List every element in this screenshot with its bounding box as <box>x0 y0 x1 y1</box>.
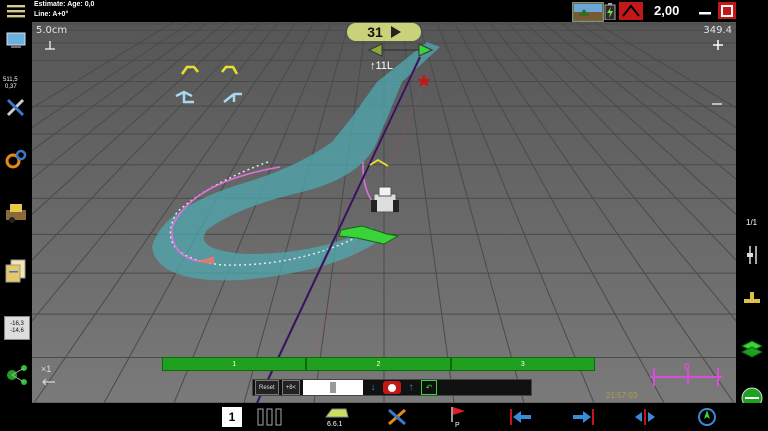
undo-icon[interactable]: ↶ <box>421 380 438 395</box>
left-readout-1: 511,5 <box>3 77 18 83</box>
flag-icon[interactable] <box>448 406 468 422</box>
guidance-line-text: Line: A+0° <box>34 11 69 18</box>
slider-handle[interactable] <box>330 382 337 393</box>
shift-right-icon[interactable] <box>570 407 596 427</box>
distance-label: 349.4 <box>703 25 732 36</box>
sections-ratio: 1/1 <box>746 218 758 227</box>
section-2[interactable]: 2 <box>306 357 451 371</box>
left-toolbar: 511,5 0,37 -16,3 -14,6 <box>0 22 32 403</box>
guide-value: 0 <box>684 362 690 373</box>
play-icon <box>390 26 401 38</box>
minimize-icon[interactable] <box>697 3 713 17</box>
signal-icon[interactable] <box>619 2 643 20</box>
pan-icon[interactable] <box>710 99 724 109</box>
field-map-view[interactable]: 5.0cm 349.4 31 ↑11L ×1 0 21:57:03 <box>32 22 736 403</box>
zoom-out-icon[interactable] <box>42 39 58 51</box>
bottom-toolbar: 1 6.6.1 P <box>0 403 768 431</box>
map-layer-icon[interactable] <box>740 338 764 362</box>
stop-icon[interactable] <box>383 381 402 394</box>
grid-canvas <box>32 22 736 403</box>
swap-icon[interactable] <box>41 376 57 388</box>
estimate-age-text: Estimate: Age: 0,0 <box>34 1 95 8</box>
battery-icon <box>603 2 617 20</box>
flag-label: P <box>455 422 460 429</box>
track-number-box[interactable]: 1 <box>222 407 242 427</box>
shift-left-icon[interactable] <box>508 407 534 427</box>
section-bar: 1 2 3 <box>162 357 595 371</box>
timestamp: 21:57:03 <box>606 391 638 400</box>
coordinate-box[interactable]: -16,3 -14,6 <box>4 316 30 340</box>
reset-button[interactable]: Reset <box>255 380 279 395</box>
section-1[interactable]: 1 <box>162 357 307 371</box>
tools-icon[interactable] <box>384 405 410 429</box>
split-icon[interactable] <box>744 244 762 266</box>
version-label: 6.6.1 <box>327 421 343 428</box>
top-bar: Estimate: Age: 0,0 Line: A+0° 2,00 <box>0 0 768 22</box>
gears-icon[interactable] <box>4 148 28 172</box>
zoom-factor: ×1 <box>41 364 52 374</box>
screen-icon[interactable] <box>5 31 27 49</box>
speed-value: 2,00 <box>654 3 680 18</box>
sections-icon[interactable] <box>256 406 284 428</box>
zoom-in-icon[interactable] <box>710 39 726 51</box>
hamburger-menu-icon[interactable] <box>6 3 26 19</box>
right-toolbar: 1/1 <box>736 22 768 409</box>
track-number: 1 <box>228 410 236 424</box>
section-3[interactable]: 3 <box>450 357 595 371</box>
field-setup-icon[interactable] <box>4 200 28 224</box>
coord-value-1: -16,3 <box>10 321 24 327</box>
line-number-badge[interactable]: 31 <box>347 23 421 41</box>
wrench-icon[interactable] <box>4 96 28 118</box>
documents-icon[interactable] <box>4 258 28 284</box>
control-bar: Reset +8< ↓ ↑ ↶ <box>252 379 532 396</box>
center-line-icon[interactable] <box>632 407 658 427</box>
coord-value-2: -14,6 <box>10 328 24 334</box>
implement-icon[interactable] <box>742 288 762 308</box>
width-label: 5.0cm <box>36 25 68 36</box>
line-number: 31 <box>367 24 383 40</box>
vehicle-version-icon[interactable] <box>322 406 352 420</box>
up-arrow-icon[interactable]: ↑ <box>404 382 418 393</box>
plus-button[interactable]: +8< <box>281 380 301 395</box>
compass-icon[interactable] <box>696 406 718 428</box>
field-image-icon[interactable] <box>572 2 604 22</box>
line-tag: ↑11L <box>370 60 394 72</box>
left-readout-2: 0,37 <box>5 84 17 90</box>
network-icon[interactable] <box>4 364 28 386</box>
down-arrow-icon[interactable]: ↓ <box>366 382 380 393</box>
close-icon[interactable] <box>718 2 736 19</box>
slider-field[interactable] <box>303 380 364 395</box>
